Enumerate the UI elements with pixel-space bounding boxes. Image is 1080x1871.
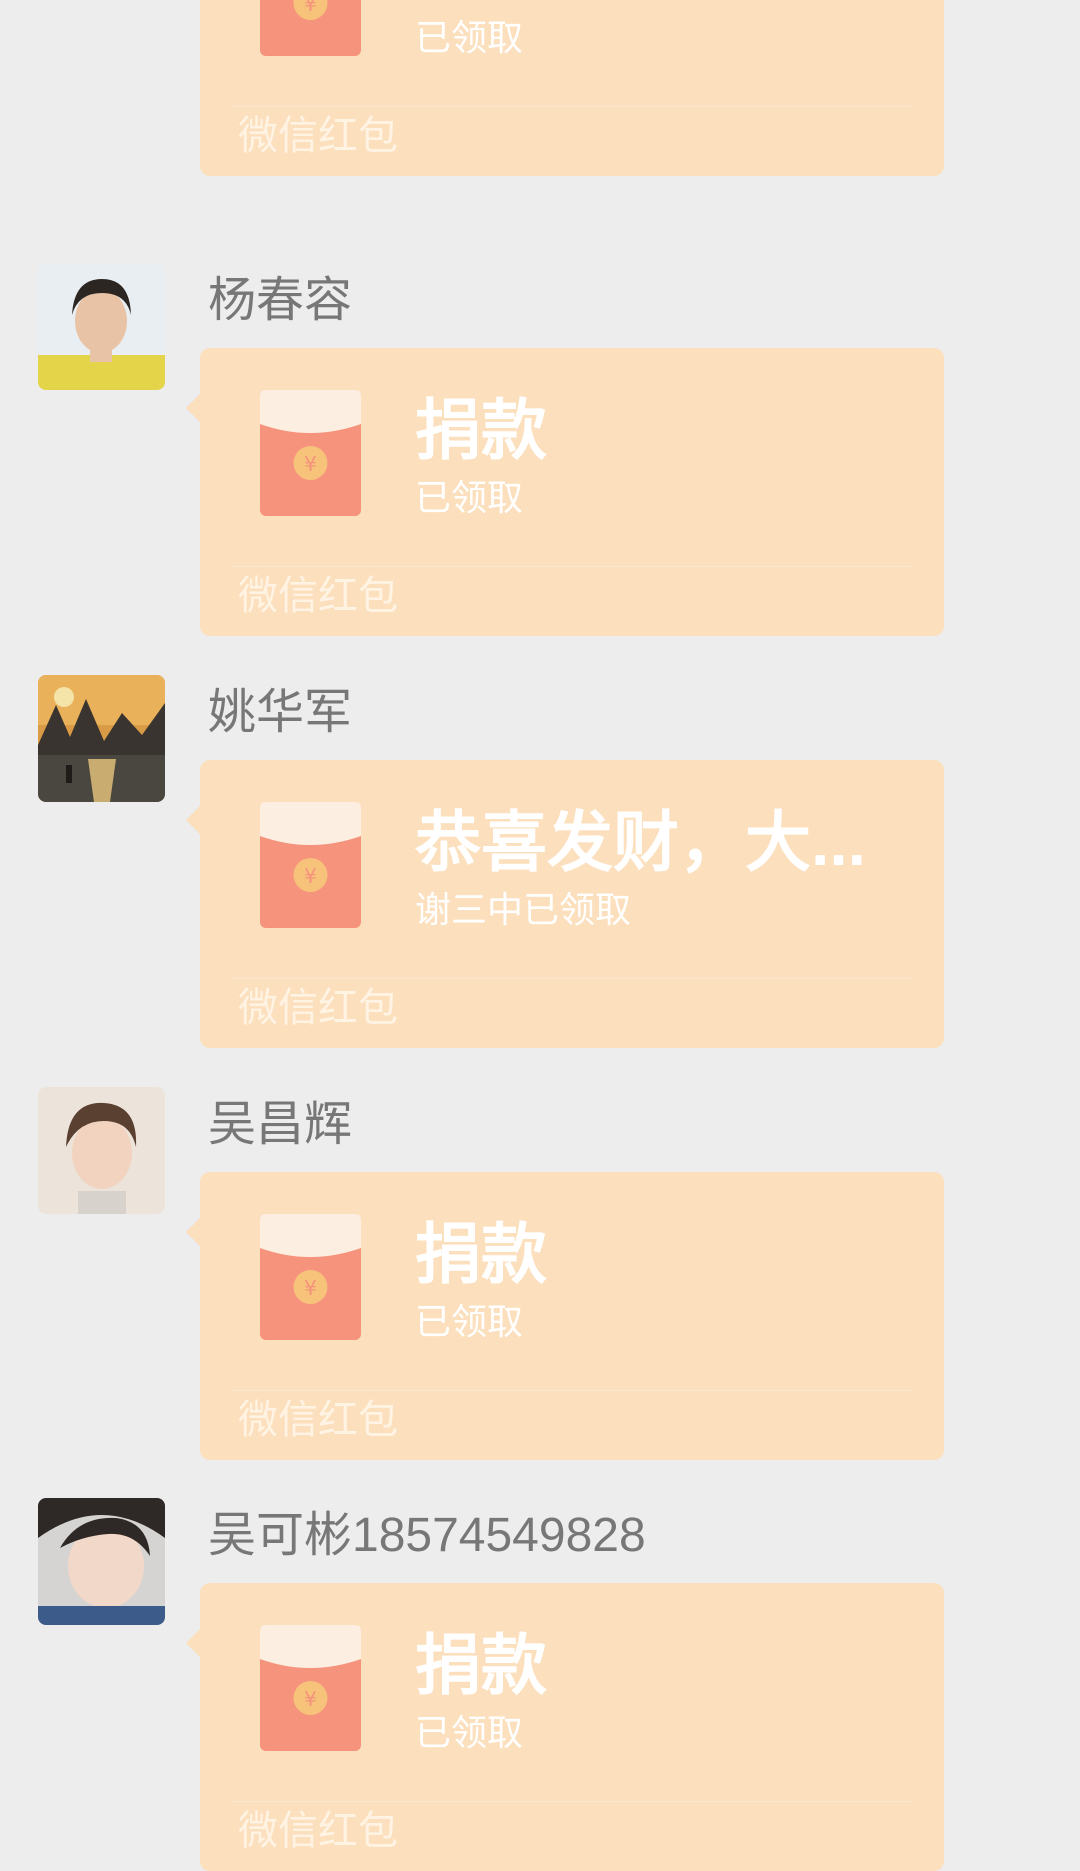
red-packet-title: 捐款 [415, 0, 547, 10]
divider [230, 566, 914, 567]
red-packet-icon: ¥ [260, 1214, 361, 1340]
red-packet-bubble[interactable]: ¥ 捐款 已领取 微信红包 [186, 1583, 944, 1871]
svg-text:¥: ¥ [304, 452, 317, 476]
red-packet-footer: 微信红包 [238, 574, 398, 618]
avatar[interactable] [38, 1087, 165, 1214]
red-packet-status: 谢三中已领取 [415, 889, 632, 930]
sender-name: 姚华军 [208, 686, 353, 739]
avatar[interactable] [38, 1498, 165, 1625]
red-packet-bubble[interactable]: ¥ 捐款 已领取 微信红包 [200, 0, 944, 176]
red-packet-icon: ¥ [260, 390, 361, 516]
sender-name: 吴昌辉 [208, 1098, 353, 1151]
svg-text:¥: ¥ [304, 1276, 317, 1300]
divider [230, 1801, 914, 1802]
svg-text:¥: ¥ [304, 864, 317, 888]
red-packet-title: 捐款 [415, 1217, 547, 1291]
svg-text:¥: ¥ [304, 1687, 317, 1711]
red-packet-status: 已领取 [415, 477, 524, 518]
red-packet-footer: 微信红包 [238, 986, 398, 1030]
red-packet-title: 捐款 [415, 1628, 547, 1702]
avatar[interactable] [38, 263, 165, 390]
red-packet-footer: 微信红包 [238, 114, 398, 158]
red-packet-title: 恭喜发财，大... [415, 805, 867, 879]
red-packet-status: 已领取 [415, 17, 524, 58]
red-packet-bubble[interactable]: ¥ 捐款 已领取 微信红包 [186, 348, 944, 636]
red-packet-footer: 微信红包 [238, 1809, 398, 1853]
red-packet-bubble[interactable]: ¥ 捐款 已领取 微信红包 [186, 1172, 944, 1460]
sender-name: 吴可彬18574549828 [208, 1509, 646, 1562]
divider [230, 1390, 914, 1391]
avatar[interactable] [38, 675, 165, 802]
divider [230, 978, 914, 979]
red-packet-icon: ¥ [260, 802, 361, 928]
red-packet-icon: ¥ [260, 1625, 361, 1751]
red-packet-footer: 微信红包 [238, 1398, 398, 1442]
svg-text:¥: ¥ [304, 0, 317, 16]
red-packet-icon: ¥ [260, 0, 361, 56]
red-packet-status: 已领取 [415, 1301, 524, 1342]
red-packet-title: 捐款 [415, 393, 547, 467]
sender-name: 杨春容 [208, 274, 353, 327]
red-packet-status: 已领取 [415, 1712, 524, 1753]
red-packet-bubble[interactable]: ¥ 恭喜发财，大... 谢三中已领取 微信红包 [186, 760, 944, 1048]
divider [230, 106, 914, 107]
